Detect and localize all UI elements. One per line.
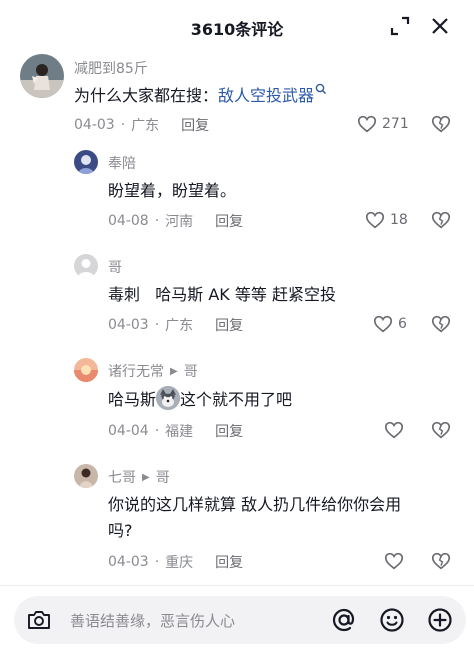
separator-dot: ·: [154, 317, 160, 333]
search-icon[interactable]: [315, 83, 327, 95]
like-button[interactable]: 18: [364, 209, 408, 231]
separator-dot: ·: [120, 117, 126, 133]
like-button[interactable]: 271: [356, 113, 409, 135]
reply-to-name[interactable]: 哥: [184, 361, 198, 381]
avatar[interactable]: [74, 358, 98, 382]
like-button[interactable]: [383, 419, 405, 441]
author-name[interactable]: 七哥: [108, 467, 136, 487]
comment-text: 你说的这几样就算 敌人扔几件给你你会用 吗?: [108, 492, 401, 544]
plus-icon[interactable]: [426, 606, 454, 634]
author-name[interactable]: 减肥到85斤: [74, 58, 148, 78]
comment-text: 为什么大家都在搜：敌人空投武器: [74, 83, 327, 109]
comment-date: 04-03: [108, 317, 149, 333]
reply-to-name[interactable]: 哥: [156, 467, 170, 487]
reply-arrow-icon: ▶: [142, 471, 150, 483]
avatar[interactable]: [20, 54, 64, 98]
comment-meta: 04-03 · 重庆 回复: [108, 552, 243, 572]
broken-heart-icon[interactable]: [430, 419, 452, 441]
comment-input[interactable]: 善语结善缘，恶言伤人心: [14, 596, 466, 644]
comment-location: 广东: [131, 118, 160, 134]
comment-date: 04-04: [108, 423, 149, 439]
avatar[interactable]: [74, 464, 98, 488]
avatar[interactable]: [74, 150, 98, 174]
comment-location: 广东: [165, 318, 194, 334]
comment-text-line: 吗?: [108, 521, 133, 540]
husky-emoji-icon: [156, 386, 181, 410]
comment-text: 毒刺 哈马斯 AK 等等 赶紧空投: [108, 285, 336, 304]
like-button[interactable]: 6: [372, 313, 407, 335]
like-count: 6: [398, 316, 407, 332]
comment-author[interactable]: 哥: [108, 257, 122, 277]
like-count: 271: [382, 116, 409, 132]
heart-icon: [365, 211, 385, 229]
expand-icon[interactable]: [388, 14, 412, 38]
search-suggestion-link[interactable]: 敌人空投武器: [218, 86, 314, 105]
comment-text-part: 这个就不用了吧: [180, 390, 293, 409]
separator-dot: ·: [154, 554, 160, 570]
author-name[interactable]: 奉陪: [108, 153, 136, 173]
heart-icon: [357, 115, 377, 133]
heart-icon: [373, 315, 393, 333]
at-icon[interactable]: [330, 606, 358, 634]
camera-icon[interactable]: [26, 608, 52, 632]
reply-button[interactable]: 回复: [215, 315, 243, 335]
separator-dot: ·: [154, 213, 160, 229]
comment-author[interactable]: 减肥到85斤: [74, 58, 148, 78]
reply-arrow-icon: ▶: [170, 365, 178, 377]
heart-icon: [384, 421, 404, 439]
author-name[interactable]: 哥: [108, 257, 122, 277]
comment-meta: 04-03 · 广东 回复: [74, 115, 209, 135]
comment-date: 04-08: [108, 213, 149, 229]
comment-text-part: 哈马斯: [108, 390, 157, 409]
comment-author[interactable]: 七哥 ▶ 哥: [108, 467, 170, 487]
comment-text: 盼望着，盼望着。: [108, 181, 237, 200]
like-button[interactable]: [383, 550, 405, 572]
comment-text: 哈马斯 这个就不用了吧: [108, 386, 292, 413]
reply-button[interactable]: 回复: [215, 421, 243, 441]
comment-location: 河南: [165, 214, 194, 230]
comment-meta: 04-08 · 河南 回复: [108, 211, 243, 231]
heart-icon: [384, 552, 404, 570]
separator-dot: ·: [154, 423, 160, 439]
broken-heart-icon[interactable]: [430, 313, 452, 335]
broken-heart-icon[interactable]: [430, 209, 452, 231]
comment-location: 福建: [165, 424, 194, 440]
input-placeholder: 善语结善缘，恶言伤人心: [70, 612, 236, 630]
comment-input-bar: 善语结善缘，恶言伤人心: [0, 585, 474, 652]
author-name[interactable]: 诸行无常: [108, 361, 164, 381]
comment-author[interactable]: 奉陪: [108, 153, 136, 173]
comment-location: 重庆: [165, 555, 194, 571]
reply-button[interactable]: 回复: [215, 552, 243, 572]
close-icon[interactable]: [428, 14, 452, 38]
comment-date: 04-03: [74, 117, 115, 133]
avatar[interactable]: [74, 254, 98, 278]
emoji-icon[interactable]: [378, 606, 406, 634]
broken-heart-icon[interactable]: [430, 113, 452, 135]
reply-button[interactable]: 回复: [181, 115, 209, 135]
broken-heart-icon[interactable]: [430, 550, 452, 572]
comment-date: 04-03: [108, 554, 149, 570]
comment-text-line: 你说的这几样就算 敌人扔几件给你你会用: [108, 495, 402, 514]
reply-button[interactable]: 回复: [215, 211, 243, 231]
comments-header: 3610条评论: [0, 0, 474, 52]
comment-meta: 04-03 · 广东 回复: [108, 315, 243, 335]
comment-text-prefix: 为什么大家都在搜：: [74, 86, 219, 105]
comment-author[interactable]: 诸行无常 ▶ 哥: [108, 361, 198, 381]
comment-meta: 04-04 · 福建 回复: [108, 421, 243, 441]
like-count: 18: [390, 212, 408, 228]
